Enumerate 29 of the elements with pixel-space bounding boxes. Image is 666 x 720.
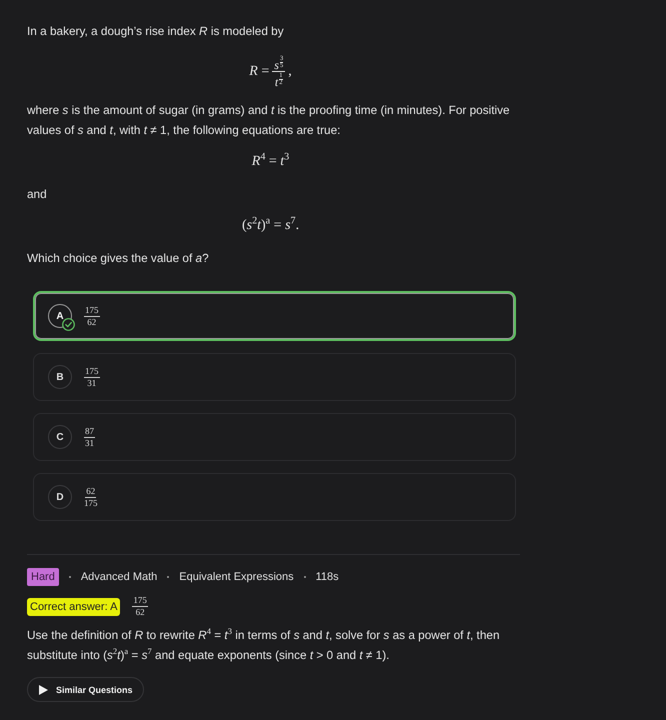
meta-label: Equivalent Expressions [179,571,294,583]
answer-fraction: 175 62 [132,596,148,617]
separator-dot-icon [304,576,306,578]
option-letter: B [48,365,72,389]
formula: R$^{4}$ = t$^{3}$ [252,152,290,171]
similar-questions-button[interactable]: Similar Questions [27,677,144,702]
question-text: and [27,186,48,203]
answer-fraction: 87 31 [84,426,95,448]
answer-fraction: 175 31 [84,366,100,388]
question-text: In a bakery, a dough’s rise index R is modeled by [27,23,285,40]
separator-dot-icon [167,576,170,578]
play-icon [39,684,48,694]
meta-label: 118s [316,571,339,583]
option-letter: D [48,485,72,509]
meta-label: Advanced Math [80,571,158,583]
answer-option[interactable]: C 87 31 [33,413,516,461]
correct-answer-label: Correct answer: A [27,598,120,616]
answer-fraction: 175 62 [84,306,100,326]
explanation-text: Use the definition of R to rewrite R$^{4}$ = t$^{3}$ in terms of s and t, solve for s as a power of t, then substitute into (s$^{2}$t)$^{a}$ = s$^{7}$ and equate exponents (since t > 0 and t ≠ 1). [27,625,501,664]
question-text: where s is the amount of sugar (in grams) and t is the proofing time (in minutes). For positive values of s and t, with t ≠ 1, the following equations are true: [27,102,511,139]
answer-option[interactable]: A 175 62 [33,291,516,341]
option-letter: C [48,425,72,449]
difficulty-tag: Hard [27,568,59,586]
separator-dot-icon [68,576,71,578]
formula: (s$^{2}$t)$^{a}$ = s$^{7}$. [242,216,300,235]
answer-option[interactable]: B 175 31 [33,353,516,401]
answer-option[interactable]: D 62 175 [33,473,516,521]
question-text: Which choice gives the value of a? [27,250,210,267]
answer-fraction: 62 175 [84,486,98,508]
